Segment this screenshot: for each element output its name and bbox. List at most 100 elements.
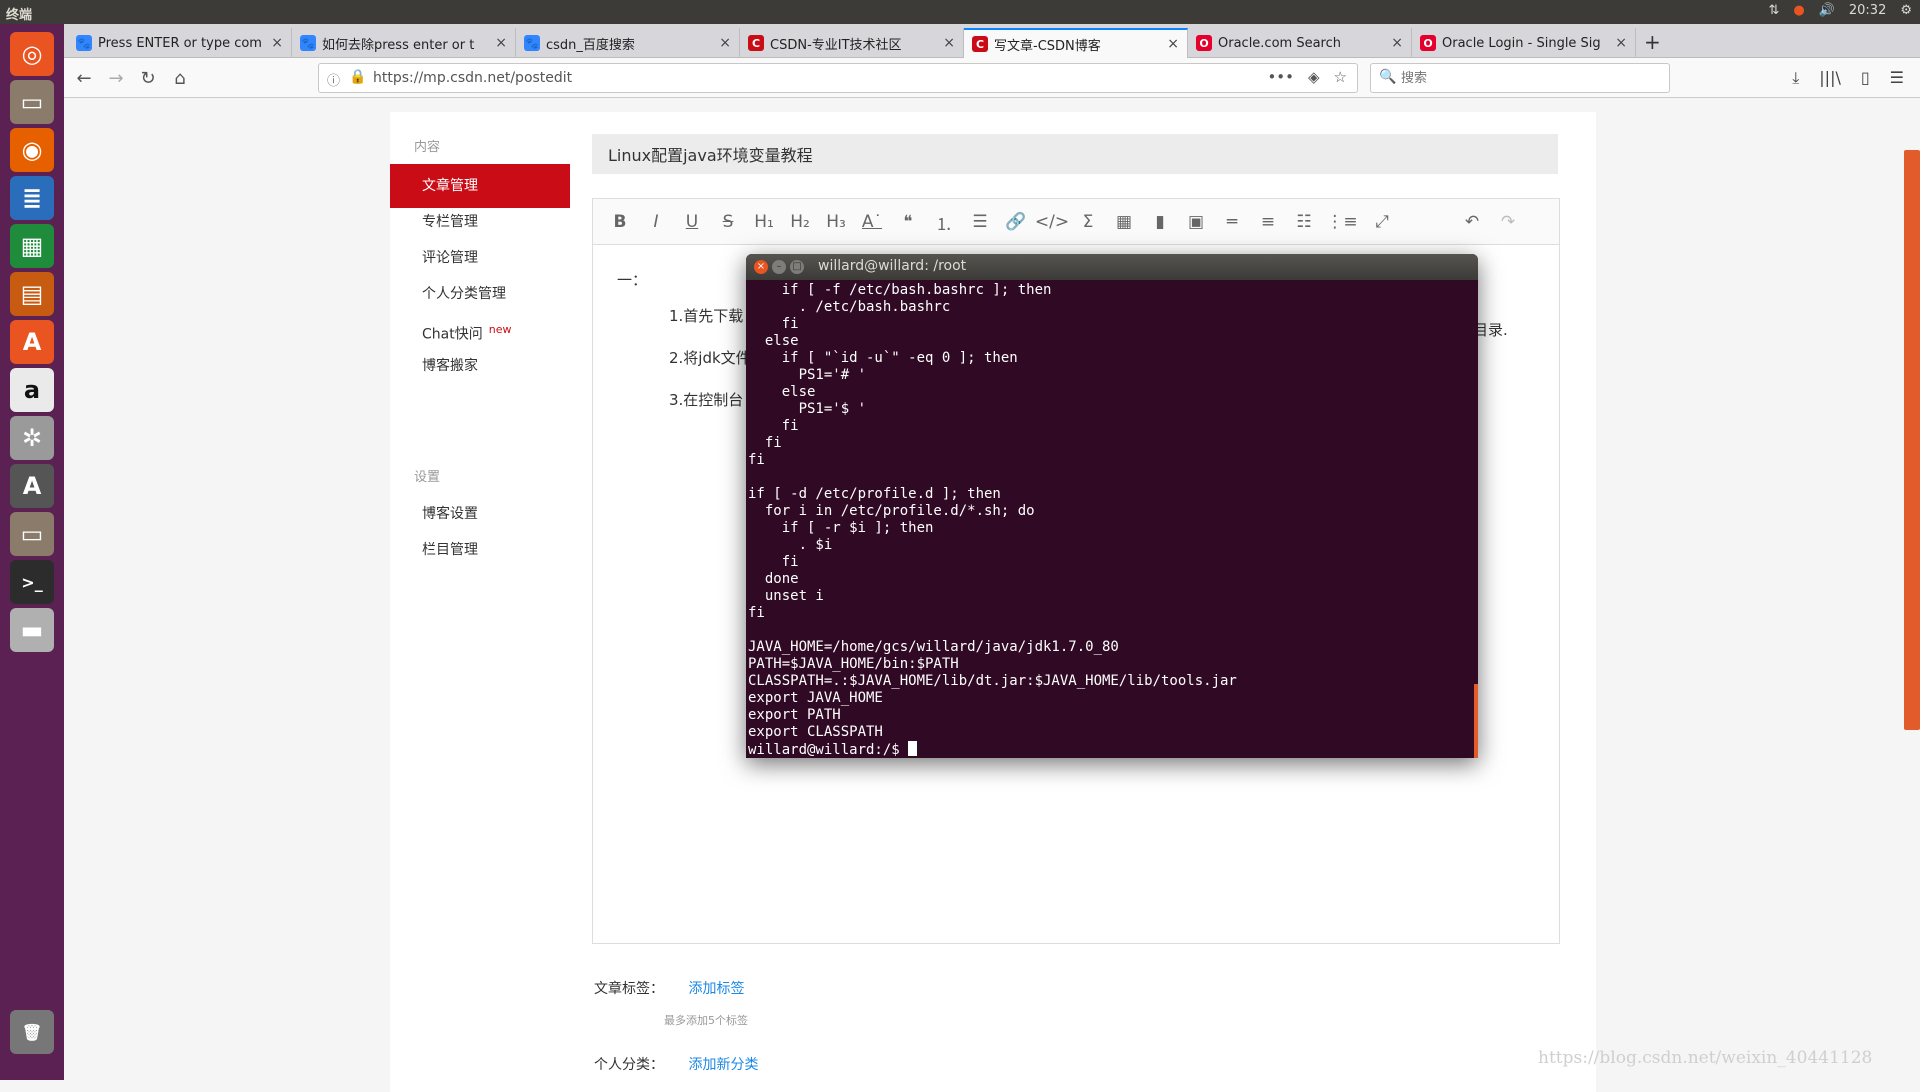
terminal-window[interactable]: × – □ willard@willard: /root if [ -f /et… xyxy=(746,254,1478,758)
bold-icon[interactable]: B xyxy=(607,209,633,235)
link-icon[interactable]: 🔗 xyxy=(1003,209,1029,235)
calc-icon[interactable]: ▦ xyxy=(6,220,58,272)
files-icon[interactable]: ▭ xyxy=(6,76,58,128)
tab-close-icon[interactable]: × xyxy=(271,35,283,51)
add-category-link[interactable]: 添加新分类 xyxy=(688,1057,758,1073)
tab-label: csdn_百度搜索 xyxy=(546,37,635,53)
volume-icon[interactable]: 🔊 xyxy=(1819,3,1835,18)
writer-icon[interactable]: ≣ xyxy=(6,172,58,224)
terminal-output[interactable]: if [ -f /etc/bash.bashrc ]; then . /etc/… xyxy=(746,282,1478,758)
forward-arrow-icon[interactable]: → xyxy=(104,66,128,90)
fullscreen-icon[interactable]: ⤢ xyxy=(1369,209,1395,235)
browser-tab[interactable]: 🐾 csdn_百度搜索 × xyxy=(516,28,740,58)
toc-icon[interactable]: ☷ xyxy=(1291,209,1317,235)
undo-icon[interactable]: ↶ xyxy=(1459,209,1485,235)
underline-icon[interactable]: U xyxy=(679,209,705,235)
strikethrough-icon[interactable]: S xyxy=(715,209,741,235)
impress-icon[interactable]: ▤ xyxy=(6,268,58,320)
terminal-titlebar[interactable]: × – □ willard@willard: /root xyxy=(746,254,1478,280)
address-bar[interactable]: ⓘ 🔒 https://mp.csdn.net/postedit ••• ◈ ☆ xyxy=(318,63,1358,93)
new-tab-button[interactable]: + xyxy=(1644,30,1661,54)
sidebar-item[interactable]: 博客搬家 xyxy=(390,344,570,388)
new-badge: new xyxy=(488,323,512,336)
ordered-list-icon[interactable]: ⒈ xyxy=(931,209,957,235)
page-scrollbar[interactable] xyxy=(1904,150,1920,730)
formula-icon[interactable]: Σ xyxy=(1075,209,1101,235)
tab-close-icon[interactable]: × xyxy=(495,35,507,51)
files-2-icon-glyph: ▭ xyxy=(10,512,54,556)
heading2-icon[interactable]: H₂ xyxy=(787,209,813,235)
browser-tab[interactable]: 🐾 如何去除press enter or t × xyxy=(292,28,516,58)
tab-close-icon[interactable]: × xyxy=(719,35,731,51)
browser-tab[interactable]: O Oracle.com Search × xyxy=(1188,28,1412,58)
ubuntu-dash-icon[interactable]: ◎ xyxy=(6,28,58,80)
terminal-prompt-line[interactable]: willard@willard:/$ xyxy=(748,741,1476,758)
add-tag-link[interactable]: 添加标签 xyxy=(688,981,744,997)
code-icon[interactable]: </> xyxy=(1035,209,1069,235)
search-input[interactable] xyxy=(1399,67,1659,89)
tab-close-icon[interactable]: × xyxy=(1167,36,1179,52)
software-center-icon[interactable]: A xyxy=(6,316,58,368)
home-icon[interactable]: ⌂ xyxy=(168,66,192,90)
page-break-icon[interactable]: ≡ xyxy=(1255,209,1281,235)
trash-icon[interactable]: 🗑 xyxy=(6,1006,58,1058)
firefox-icon[interactable]: ◉ xyxy=(6,124,58,176)
tab-close-icon[interactable]: × xyxy=(1615,35,1627,51)
tab-label: Oracle Login - Single Sig xyxy=(1442,35,1601,51)
page-actions-icon[interactable]: ••• xyxy=(1267,68,1294,86)
terminal-icon-glyph: >_ xyxy=(10,560,54,604)
search-box[interactable]: 🔍 xyxy=(1370,63,1670,93)
quote-icon[interactable]: ❝ xyxy=(895,209,921,235)
software-updater-icon-glyph: A xyxy=(10,464,54,508)
table-icon[interactable]: ▦ xyxy=(1111,209,1137,235)
pocket-icon[interactable]: ◈ xyxy=(1308,68,1320,86)
terminal-line: . /etc/bash.bashrc xyxy=(748,299,951,315)
clock[interactable]: 20:32 xyxy=(1849,3,1886,18)
unordered-list-icon[interactable]: ☰ xyxy=(967,209,993,235)
reload-icon[interactable]: ↻ xyxy=(136,66,160,90)
sidebar-toggle-icon[interactable]: ▯ xyxy=(1861,68,1870,88)
oracle-icon: O xyxy=(1420,35,1436,51)
heading1-icon[interactable]: H₁ xyxy=(751,209,777,235)
url-text[interactable]: https://mp.csdn.net/postedit xyxy=(373,70,572,86)
maximize-icon[interactable]: □ xyxy=(790,260,804,274)
tab-label: 写文章-CSDN博客 xyxy=(994,38,1101,54)
browser-tab[interactable]: 🐾 Press ENTER or type com × xyxy=(68,28,292,58)
terminal-resize-edge xyxy=(1474,684,1478,758)
browser-tab[interactable]: C CSDN-专业IT技术社区 × xyxy=(740,28,964,58)
downloads-icon[interactable]: ⤓ xyxy=(1792,68,1799,88)
menu-icon[interactable]: ☰ xyxy=(1890,68,1904,88)
article-title-input[interactable] xyxy=(592,134,1558,174)
files-2-icon[interactable]: ▭ xyxy=(6,508,58,560)
software-updater-icon[interactable]: A xyxy=(6,460,58,512)
back-arrow-icon[interactable]: ← xyxy=(72,66,96,90)
network-icon[interactable]: ⇅ xyxy=(1768,3,1779,18)
bookmark-star-icon[interactable]: ☆ xyxy=(1334,68,1347,86)
system-settings-icon[interactable]: ✲ xyxy=(6,412,58,464)
library-icon[interactable]: |||\ xyxy=(1819,68,1841,88)
italic-icon[interactable]: I xyxy=(643,209,669,235)
gear-icon[interactable]: ⚙ xyxy=(1900,3,1912,18)
info-icon[interactable]: ⓘ xyxy=(327,70,340,89)
amazon-icon[interactable]: a xyxy=(6,364,58,416)
input-method-icon[interactable]: ● xyxy=(1793,3,1804,18)
heading3-icon[interactable]: H₃ xyxy=(823,209,849,235)
sidebar-settings-item[interactable]: 栏目管理 xyxy=(390,528,570,572)
browser-tab[interactable]: C 写文章-CSDN博客 × xyxy=(964,28,1188,58)
tab-close-icon[interactable]: × xyxy=(943,35,955,51)
chart-icon[interactable]: ▮ xyxy=(1147,209,1173,235)
drive-icon[interactable]: ▬ xyxy=(6,604,58,656)
font-color-icon[interactable]: A˙ xyxy=(859,209,885,235)
browser-tab[interactable]: O Oracle Login - Single Sig × xyxy=(1412,28,1636,58)
minimize-icon[interactable]: – xyxy=(772,260,786,274)
horizontal-rule-icon[interactable]: ═ xyxy=(1219,209,1245,235)
close-icon[interactable]: × xyxy=(754,260,768,274)
active-app-title: 终端 xyxy=(6,8,33,23)
redo-icon[interactable]: ↷ xyxy=(1495,209,1521,235)
list-numbered-icon[interactable]: ⋮≡ xyxy=(1326,209,1357,235)
terminal-line: CLASSPATH=.:$JAVA_HOME/lib/dt.jar:$JAVA_… xyxy=(748,673,1237,689)
terminal-icon[interactable]: >_ xyxy=(6,556,58,608)
tab-close-icon[interactable]: × xyxy=(1391,35,1403,51)
image-icon[interactable]: ▣ xyxy=(1183,209,1209,235)
terminal-line: if [ -f /etc/bash.bashrc ]; then xyxy=(748,282,1052,298)
